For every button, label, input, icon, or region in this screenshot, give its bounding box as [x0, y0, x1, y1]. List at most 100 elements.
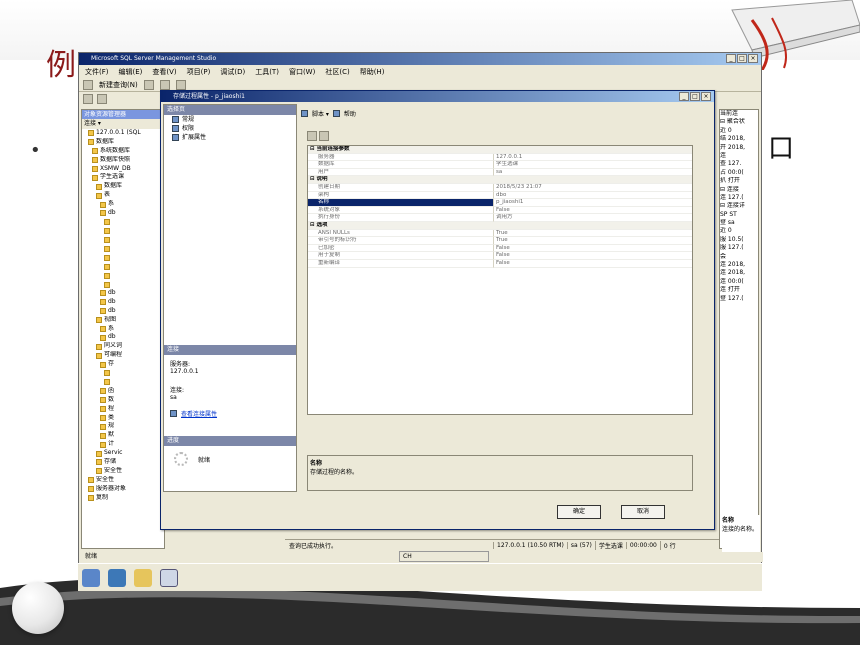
properties-item[interactable]: 连 打开: [720, 286, 758, 294]
property-row[interactable]: 数据库 学生选课: [308, 161, 692, 169]
menu-project[interactable]: 项目(P): [187, 67, 211, 77]
tree-item[interactable]: XSMW_DB: [82, 165, 164, 174]
powershell-icon[interactable]: [108, 568, 126, 587]
close-button[interactable]: ×: [748, 54, 758, 63]
tree-item[interactable]: 系统数据库: [82, 147, 164, 156]
properties-item[interactable]: 近 0: [720, 127, 758, 135]
tree-item[interactable]: 存储: [82, 458, 164, 467]
help-button[interactable]: 帮助: [344, 109, 356, 118]
tree-item[interactable]: [82, 245, 164, 254]
tree-item[interactable]: 数据库快照: [82, 156, 164, 165]
menu-edit[interactable]: 编辑(E): [119, 67, 143, 77]
tree-item[interactable]: [82, 262, 164, 271]
save-all-icon[interactable]: [175, 79, 186, 90]
tree-item[interactable]: [82, 280, 164, 289]
toolbar-icon[interactable]: [83, 94, 93, 104]
properties-item[interactable]: ⊟ 聚合状: [720, 118, 758, 126]
properties-item[interactable]: 连 2018,: [720, 261, 758, 269]
tree-item[interactable]: 默: [82, 431, 164, 440]
property-row[interactable]: 服务器 127.0.0.1: [308, 153, 692, 162]
tree-item[interactable]: 同义词: [82, 342, 164, 351]
menu-file[interactable]: 文件(F): [85, 67, 109, 77]
script-button[interactable]: 脚本 ▾: [312, 109, 329, 118]
tree-item[interactable]: 类: [82, 414, 164, 423]
property-row[interactable]: 创建日期 2018/5/23 21:07: [308, 183, 692, 192]
tree-item[interactable]: [82, 236, 164, 245]
tree-item[interactable]: 计: [82, 440, 164, 449]
tree-item[interactable]: [82, 369, 164, 378]
property-row[interactable]: ANSI NULLs True: [308, 229, 692, 238]
ssms-taskbar-icon[interactable]: [160, 568, 178, 587]
properties-item[interactable]: 结 2018,: [720, 135, 758, 143]
properties-item[interactable]: 连 2018,: [720, 269, 758, 277]
tree-item[interactable]: db: [82, 298, 164, 307]
ime-indicator[interactable]: CH: [399, 551, 489, 562]
open-file-icon[interactable]: [143, 79, 154, 90]
tree-item[interactable]: db: [82, 289, 164, 298]
tree-item[interactable]: 学生选课: [82, 173, 164, 182]
tree-item[interactable]: [82, 218, 164, 227]
tree-item[interactable]: db: [82, 307, 164, 316]
toolbar-icon[interactable]: [97, 94, 107, 104]
menu-tools[interactable]: 工具(T): [255, 67, 279, 77]
tree-item[interactable]: db: [82, 209, 164, 218]
minimize-button[interactable]: _: [726, 54, 736, 63]
cancel-button[interactable]: 取消: [621, 505, 665, 519]
tree-item[interactable]: [82, 378, 164, 387]
property-category[interactable]: ⊟ 当前连接参数: [308, 146, 692, 154]
tree-item[interactable]: 函: [82, 387, 164, 396]
tree-item[interactable]: 表: [82, 191, 164, 200]
property-row[interactable]: 用于复制 False: [308, 252, 692, 260]
property-row[interactable]: 带引号的标识符 True: [308, 237, 692, 245]
tree-item[interactable]: [82, 271, 164, 280]
tree-item[interactable]: 数: [82, 396, 164, 405]
properties-item[interactable]: 连: [720, 152, 758, 160]
tree-item[interactable]: 数据库: [82, 138, 164, 147]
properties-item[interactable]: 服 127.(: [720, 244, 758, 252]
properties-item[interactable]: ⊟ 连接详: [720, 202, 758, 210]
folder-icon[interactable]: [134, 568, 152, 587]
menu-community[interactable]: 社区(C): [325, 67, 349, 77]
page-general[interactable]: 常规: [164, 115, 296, 124]
property-row[interactable]: 重新编译 False: [308, 259, 692, 268]
page-extended-properties[interactable]: 扩展属性: [164, 133, 296, 142]
tree-item[interactable]: 视图: [82, 316, 164, 325]
dialog-maximize-button[interactable]: □: [690, 92, 700, 101]
properties-item[interactable]: 连 00:0(: [720, 278, 758, 286]
tree-item[interactable]: 安全性: [82, 467, 164, 476]
tree-item[interactable]: 复制: [82, 494, 164, 503]
tree-item[interactable]: 系: [82, 325, 164, 334]
view-connection-properties-link[interactable]: 查看连接属性: [181, 409, 217, 418]
property-row[interactable]: 系统对象 False: [308, 206, 692, 215]
tree-item[interactable]: 存: [82, 360, 164, 369]
taskbar-app-icon[interactable]: [82, 568, 100, 587]
property-row[interactable]: 执行身份 调用方: [308, 214, 692, 222]
tree-item[interactable]: 127.0.0.1 (SQL: [82, 129, 164, 138]
properties-item[interactable]: 服 10.5(: [720, 236, 758, 244]
tree-item[interactable]: 程: [82, 405, 164, 414]
alphabetical-icon[interactable]: [319, 131, 329, 141]
menu-debug[interactable]: 调试(D): [220, 67, 245, 77]
properties-item[interactable]: 近 0: [720, 227, 758, 235]
property-row[interactable]: 用户 sa: [308, 168, 692, 177]
categorized-icon[interactable]: [307, 131, 317, 141]
new-query-button[interactable]: 新建查询(N): [99, 80, 138, 90]
property-category[interactable]: ⊟ 选项: [308, 221, 692, 230]
properties-item[interactable]: SP ST: [720, 211, 758, 219]
property-row[interactable]: 架构 dbo: [308, 191, 692, 200]
menu-window[interactable]: 窗口(W): [289, 67, 315, 77]
property-category[interactable]: ⊟ 说明: [308, 176, 692, 184]
tree-item[interactable]: [82, 253, 164, 262]
tree-item[interactable]: 规: [82, 422, 164, 431]
properties-item[interactable]: ⊟ 连接: [720, 186, 758, 194]
tree-item[interactable]: Servic: [82, 449, 164, 458]
menu-help[interactable]: 帮助(H): [360, 67, 385, 77]
tree-item[interactable]: 安全性: [82, 476, 164, 485]
properties-item[interactable]: 开 2018,: [720, 144, 758, 152]
properties-item[interactable]: 占 00:0(: [720, 169, 758, 177]
properties-item[interactable]: 扒 打开: [720, 177, 758, 185]
maximize-button[interactable]: □: [737, 54, 747, 63]
save-icon[interactable]: [159, 79, 170, 90]
tree-item[interactable]: [82, 227, 164, 236]
menu-view[interactable]: 查看(V): [152, 67, 176, 77]
